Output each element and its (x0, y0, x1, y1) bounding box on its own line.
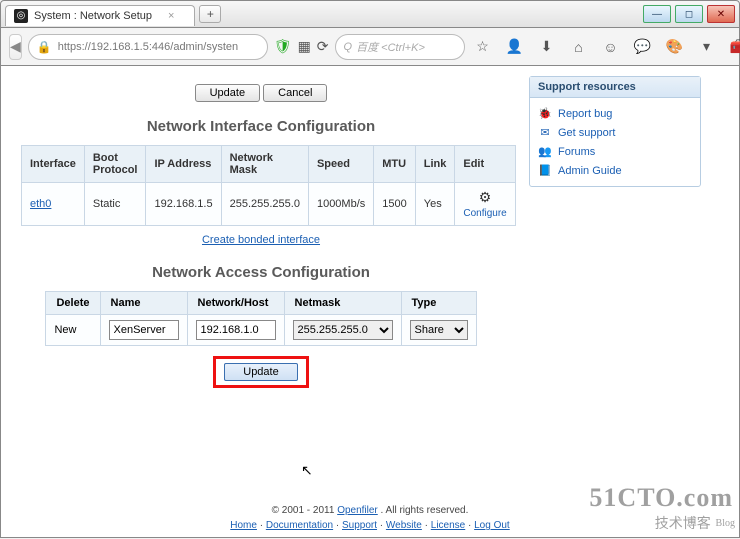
window-minimize-button[interactable]: — (643, 5, 671, 23)
nic-th-boot: Boot Protocol (84, 146, 146, 183)
nac-network-input[interactable] (196, 320, 276, 340)
address-bar[interactable]: 🔒 https://192.168.1.5:446/admin/systen (28, 34, 268, 60)
nic-th-ip: IP Address (146, 146, 221, 183)
sidebar-item-label: Forums (558, 146, 595, 158)
qr-icon[interactable]: ▦ (298, 35, 311, 59)
nic-ip: 192.168.1.5 (146, 183, 221, 226)
nac-update-button[interactable]: Update (224, 363, 297, 381)
home-icon[interactable]: ⌂ (567, 35, 591, 59)
page-viewport: Update Cancel Network Interface Configur… (0, 66, 740, 538)
nac-delete-cell: New (46, 315, 100, 346)
more-icon[interactable]: ▾ (695, 35, 719, 59)
browser-tab[interactable]: ◎ System : Network Setup × (5, 5, 195, 26)
sidebar: Support resources 🐞 Report bug ✉ Get sup… (521, 66, 709, 428)
footer-link-home[interactable]: Home (230, 520, 257, 531)
page-footer: © 2001 - 2011 Openfiler . All rights res… (1, 503, 739, 533)
nic-th-speed: Speed (308, 146, 373, 183)
sidebar-item-forums[interactable]: 👥 Forums (538, 142, 692, 161)
configure-icon[interactable]: ⚙ (479, 189, 492, 206)
nac-th-netmask: Netmask (284, 292, 401, 315)
footer-link-license[interactable]: License (431, 520, 465, 531)
nic-th-mask: Network Mask (221, 146, 308, 183)
mouse-cursor-icon: ↖ (301, 462, 313, 479)
favicon-openfiler: ◎ (14, 9, 28, 23)
user-icon[interactable]: 👤 (503, 35, 527, 59)
nic-th-link: Link (415, 146, 455, 183)
palette-icon[interactable]: 🎨 (663, 35, 687, 59)
nac-section-title: Network Access Configuration (21, 264, 501, 281)
book-icon: 📘 (538, 164, 552, 177)
create-bonded-link[interactable]: Create bonded interface (202, 234, 320, 246)
search-placeholder: 百度 <Ctrl+K> (356, 39, 425, 55)
nic-boot: Static (84, 183, 146, 226)
footer-link-logout[interactable]: Log Out (474, 520, 510, 531)
lock-icon: 🔒 (37, 40, 52, 54)
mail-icon: ✉ (538, 126, 552, 139)
nic-section-title: Network Interface Configuration (21, 118, 501, 135)
sidebar-item-get-support[interactable]: ✉ Get support (538, 123, 692, 142)
configure-link[interactable]: Configure (463, 208, 506, 219)
update-highlight-box: Update (213, 356, 308, 388)
sidebar-item-report-bug[interactable]: 🐞 Report bug (538, 104, 692, 123)
nac-new-row: New 255.255.255.0 Share (46, 315, 476, 346)
nic-mask: 255.255.255.0 (221, 183, 308, 226)
search-engine-icon: Q (344, 41, 353, 53)
sidebar-item-label: Get support (558, 127, 615, 139)
sidebar-item-label: Admin Guide (558, 165, 622, 177)
smile-icon[interactable]: ☺ (599, 35, 623, 59)
window-maximize-button[interactable]: ◻ (675, 5, 703, 23)
nic-th-interface: Interface (22, 146, 85, 183)
nac-th-network: Network/Host (187, 292, 284, 315)
footer-brand-link[interactable]: Openfiler (337, 505, 378, 516)
sidebar-item-admin-guide[interactable]: 📘 Admin Guide (538, 161, 692, 180)
window-titlebar: ◎ System : Network Setup × + — ◻ ✕ (0, 0, 740, 28)
nic-table-header-row: Interface Boot Protocol IP Address Netwo… (22, 146, 516, 183)
new-tab-button[interactable]: + (199, 5, 221, 23)
chat-icon[interactable]: 💬 (631, 35, 655, 59)
nic-th-mtu: MTU (374, 146, 415, 183)
footer-link-website[interactable]: Website (386, 520, 422, 531)
main-content: Update Cancel Network Interface Configur… (1, 66, 521, 428)
nac-th-delete: Delete (46, 292, 100, 315)
copyright-text: © 2001 - 2011 (272, 505, 338, 516)
footer-link-documentation[interactable]: Documentation (266, 520, 333, 531)
bug-icon: 🐞 (538, 107, 552, 120)
support-resources-box: Support resources 🐞 Report bug ✉ Get sup… (529, 76, 701, 187)
download-icon[interactable]: ⬇ (535, 35, 559, 59)
nac-netmask-select[interactable]: 255.255.255.0 (293, 320, 393, 340)
nic-link: Yes (415, 183, 455, 226)
footer-link-support[interactable]: Support (342, 520, 377, 531)
search-box[interactable]: Q 百度 <Ctrl+K> (335, 34, 465, 60)
nic-table: Interface Boot Protocol IP Address Netwo… (21, 145, 516, 226)
tab-title: System : Network Setup (34, 10, 152, 22)
rights-text: . All rights reserved. (381, 505, 469, 516)
nac-th-name: Name (100, 292, 187, 315)
nic-mtu: 1500 (374, 183, 415, 226)
nac-name-input[interactable] (109, 320, 179, 340)
reload-icon[interactable]: ⟳ (317, 35, 329, 59)
tools-icon[interactable]: 🧰 (727, 35, 740, 59)
nic-interface-link[interactable]: eth0 (30, 198, 51, 210)
nav-back-button[interactable]: ◀ (9, 34, 22, 60)
nic-th-edit: Edit (455, 146, 515, 183)
sidebar-title: Support resources (530, 77, 700, 98)
url-text: https://192.168.1.5:446/admin/systen (58, 41, 238, 53)
nac-table: Delete Name Network/Host Netmask Type Ne… (45, 291, 476, 346)
nic-table-row: eth0 Static 192.168.1.5 255.255.255.0 10… (22, 183, 516, 226)
top-update-button[interactable]: Update (195, 84, 260, 102)
top-cancel-button[interactable]: Cancel (263, 84, 327, 102)
nic-speed: 1000Mb/s (308, 183, 373, 226)
star-icon[interactable]: ☆ (471, 35, 495, 59)
shield-icon[interactable]: 🛡 (274, 35, 292, 59)
sidebar-item-label: Report bug (558, 108, 612, 120)
browser-toolbar: ◀ 🔒 https://192.168.1.5:446/admin/systen… (0, 28, 740, 66)
top-button-row: Update Cancel (21, 84, 501, 102)
nac-th-type: Type (401, 292, 476, 315)
close-tab-icon[interactable]: × (168, 10, 174, 22)
window-close-button[interactable]: ✕ (707, 5, 735, 23)
forums-icon: 👥 (538, 145, 552, 158)
nac-type-select[interactable]: Share (410, 320, 468, 340)
